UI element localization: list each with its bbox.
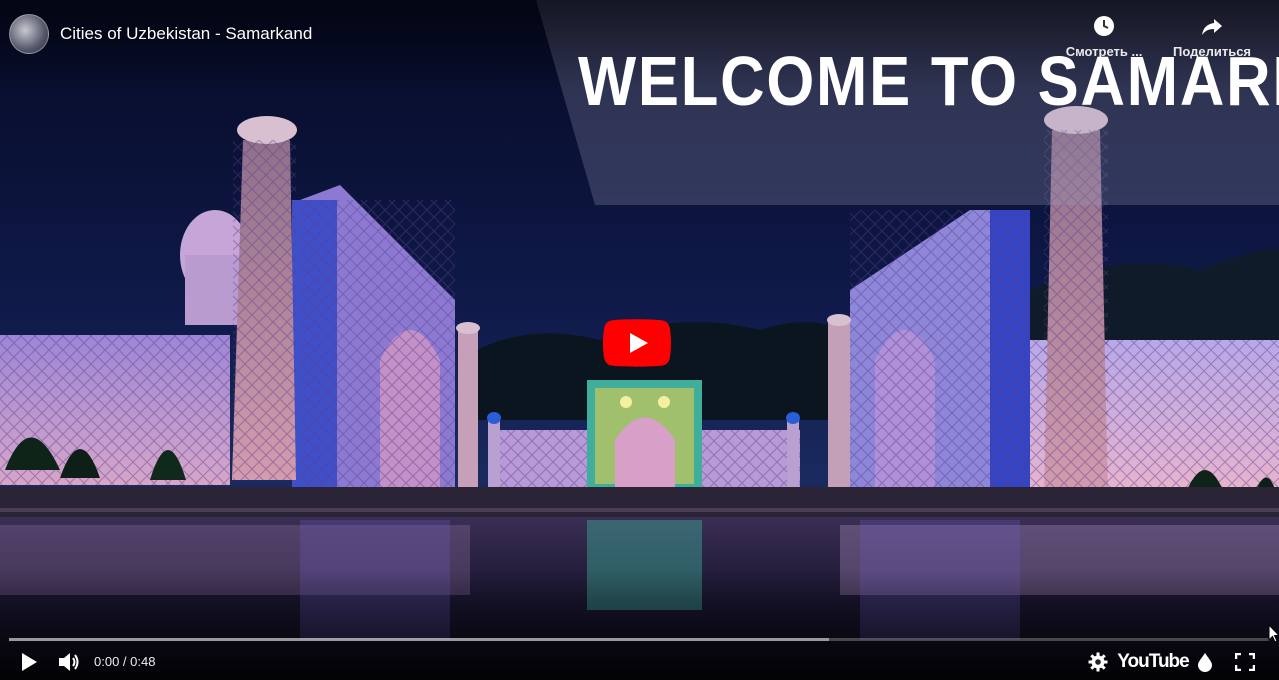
youtube-logo-text: YouTube [1117, 651, 1189, 672]
channel-avatar[interactable] [9, 14, 49, 54]
fullscreen-icon [1235, 653, 1255, 671]
top-actions: Смотреть ... Поделиться [1061, 14, 1255, 59]
play-icon [22, 653, 37, 671]
watch-later-label: Смотреть ... [1065, 44, 1143, 59]
youtube-logo-link[interactable]: YouTube [1117, 644, 1189, 680]
share-label: Поделиться [1172, 44, 1252, 59]
play-button[interactable] [14, 644, 44, 680]
settings-button[interactable] [1085, 644, 1111, 680]
title-row: Cities of Uzbekistan - Samarkand [9, 14, 312, 54]
fullscreen-button[interactable] [1232, 644, 1258, 680]
progress-bar[interactable] [9, 638, 1270, 641]
video-title-link[interactable]: Cities of Uzbekistan - Samarkand [60, 24, 312, 44]
time-display: 0:00 / 0:48 [94, 654, 156, 669]
gear-icon [1088, 652, 1108, 672]
share-button[interactable]: Поделиться [1169, 14, 1255, 59]
volume-button[interactable] [54, 644, 84, 680]
share-arrow-icon [1202, 19, 1222, 35]
youtube-play-button-icon[interactable] [603, 319, 671, 367]
mouse-cursor-icon [1268, 624, 1279, 643]
watch-later-button[interactable]: Смотреть ... [1061, 14, 1147, 59]
clock-icon [1094, 16, 1114, 36]
video-player[interactable]: WELCOME TO SAMARKAND Cities of Uzbekista… [0, 0, 1279, 680]
droplet-icon [1198, 653, 1212, 672]
progress-loaded [9, 638, 829, 641]
ambient-mode-button[interactable] [1194, 644, 1216, 680]
player-controls: 0:00 / 0:48 YouTube [0, 644, 1279, 680]
volume-icon [59, 653, 79, 671]
